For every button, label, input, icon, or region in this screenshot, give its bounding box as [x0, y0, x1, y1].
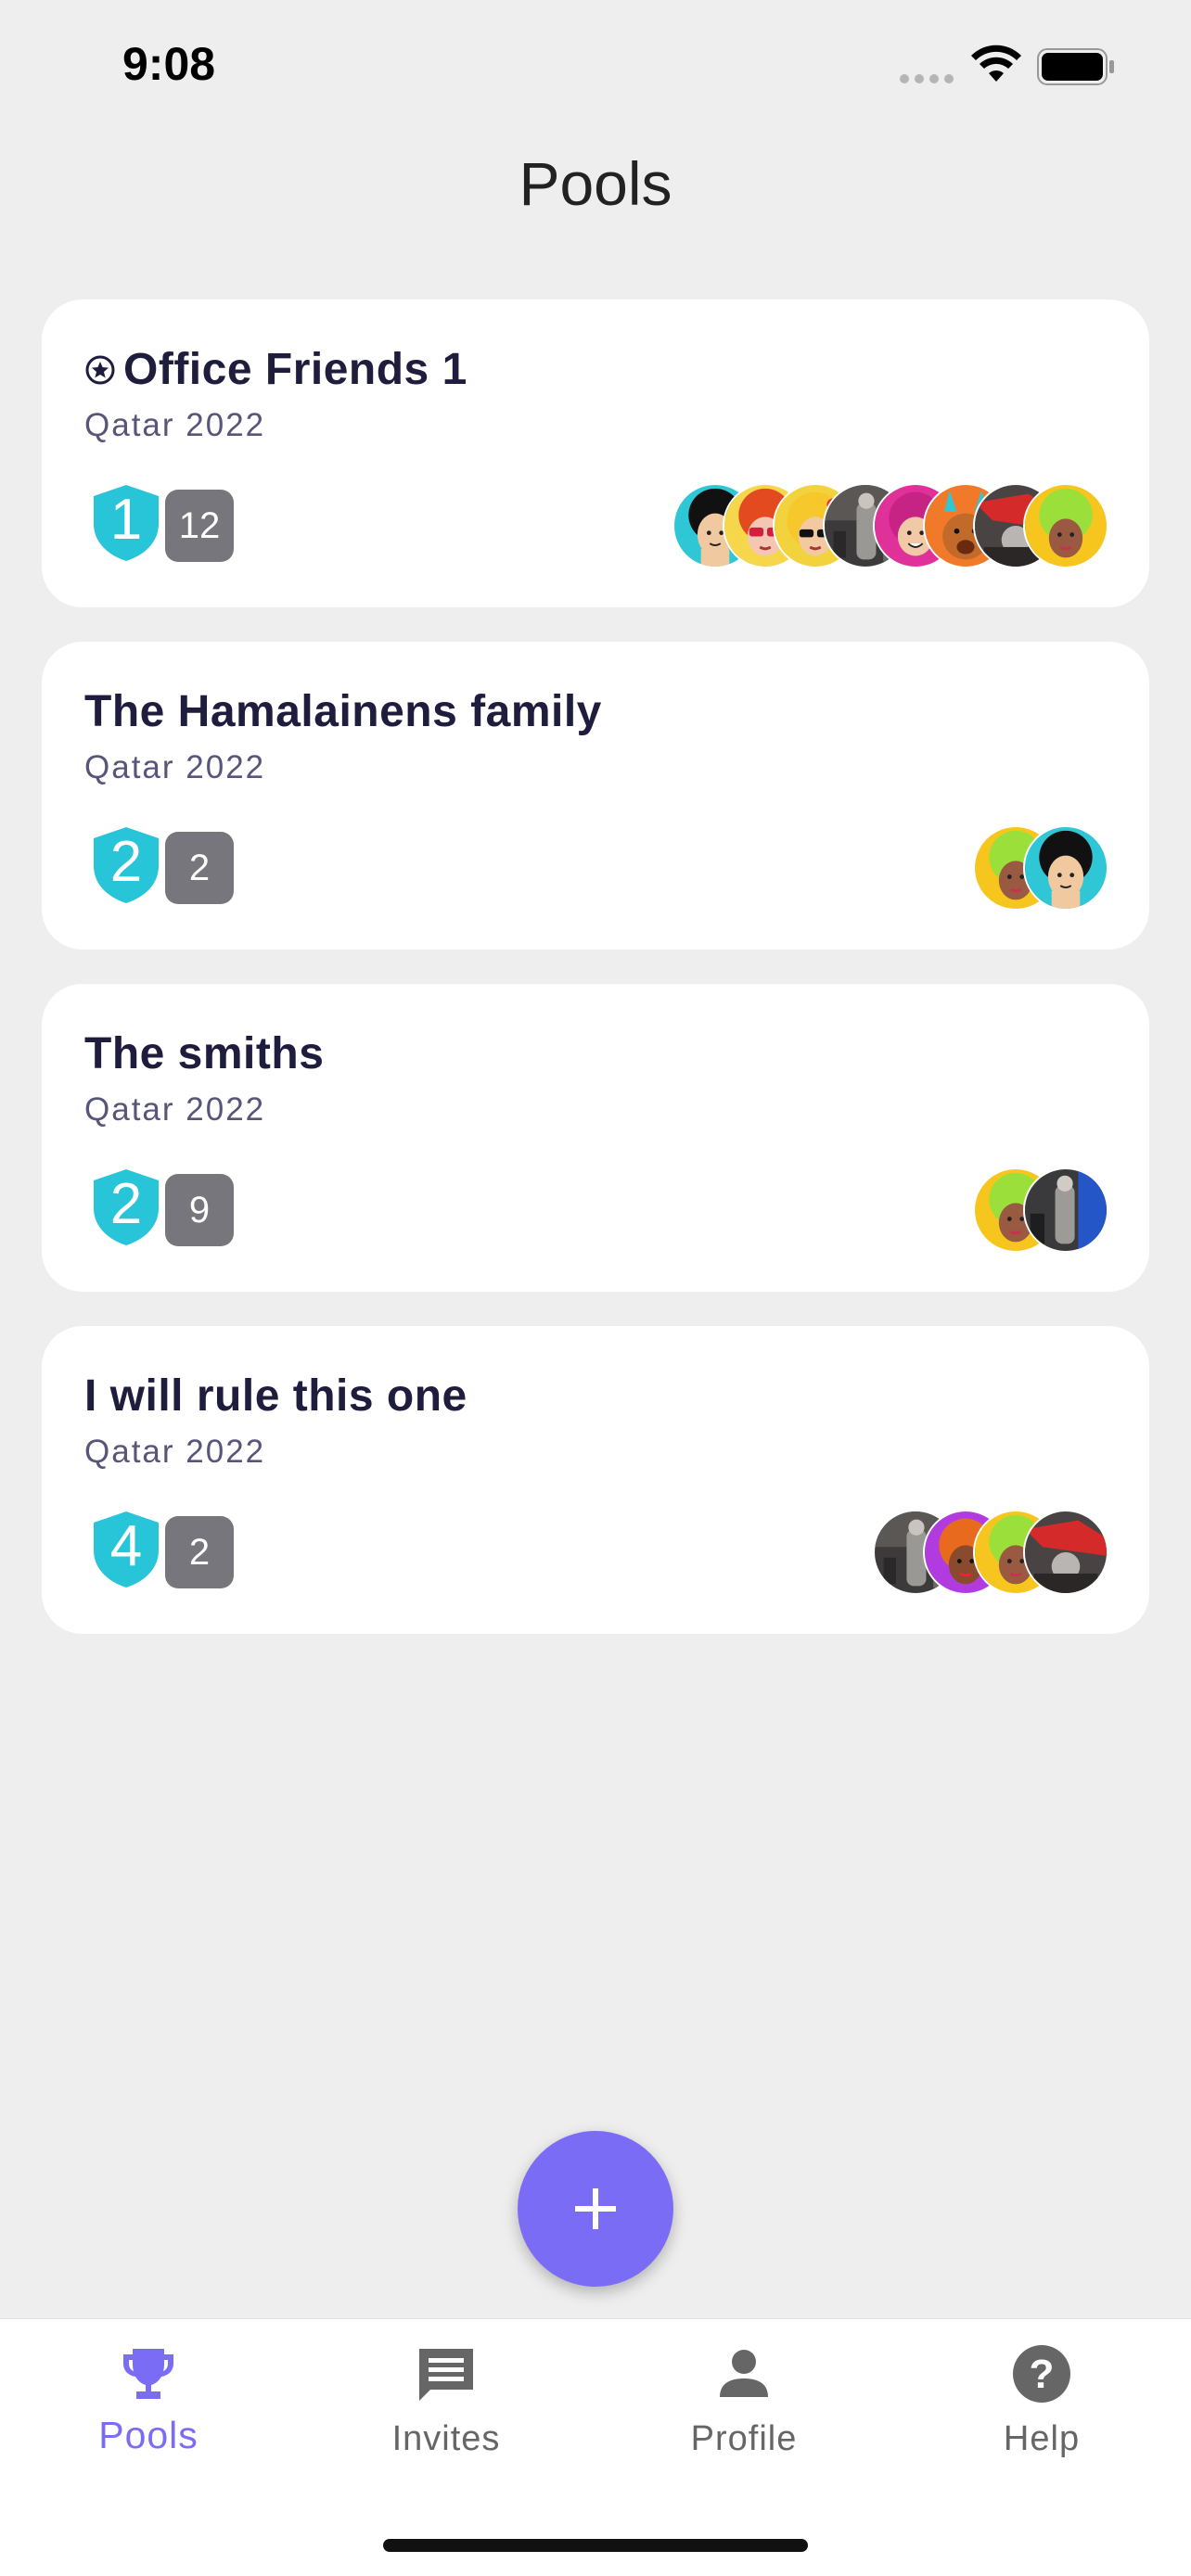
nav-item-pools[interactable]: Pools [46, 2341, 250, 2480]
rank-shield: 2 [92, 825, 160, 905]
star-badge-icon [85, 355, 115, 384]
chat-icon [419, 2349, 473, 2401]
pool-name: I will rule this one [84, 1371, 467, 1422]
pool-name: The smiths [84, 1028, 324, 1079]
pool-name: Office Friends 1 [84, 344, 467, 395]
nav-label-pools: Pools [98, 2414, 198, 2456]
avatar [1023, 1510, 1108, 1595]
pool-event: Qatar 2022 [84, 749, 266, 785]
pool-name-text: I will rule this one [84, 1371, 467, 1421]
avatar [1023, 483, 1108, 568]
rank-number: 2 [109, 830, 143, 894]
nav-label-help: Help [1003, 2419, 1081, 2458]
pool-card[interactable]: I will rule this one Qatar 2022 4 2 [42, 1326, 1149, 1634]
pool-card[interactable]: The smiths Qatar 2022 2 9 [42, 984, 1149, 1292]
nav-item-help[interactable]: ? Help [940, 2341, 1144, 2480]
avatar-stack [873, 1510, 1108, 1595]
member-count-badge: 2 [165, 1516, 234, 1588]
svg-text:?: ? [1030, 2352, 1055, 2397]
rank-shield: 4 [92, 1510, 160, 1589]
member-count-badge: 2 [165, 832, 234, 904]
page-title: Pools [519, 149, 672, 218]
member-count-badge: 12 [165, 490, 234, 562]
nav-label-profile: Profile [690, 2419, 798, 2458]
help-icon: ? [1013, 2345, 1070, 2403]
rank-shield: 2 [92, 1167, 160, 1247]
pool-event: Qatar 2022 [84, 407, 266, 443]
status-time: 9:08 [122, 38, 216, 90]
pool-card[interactable]: Office Friends 1 Qatar 2022 1 12 [42, 300, 1149, 607]
pool-name-text: Office Friends 1 [123, 345, 467, 394]
add-pool-button[interactable] [518, 2131, 673, 2287]
avatar-stack [672, 483, 1108, 568]
nav-label-invites: Invites [391, 2419, 501, 2458]
bottom-navigation: Pools Invites Profile ? Help [0, 2318, 1191, 2576]
battery-icon [1037, 48, 1114, 85]
avatar [1023, 825, 1108, 911]
avatar [1023, 1167, 1108, 1253]
pool-event: Qatar 2022 [84, 1434, 266, 1470]
wifi-icon [971, 45, 1021, 82]
rank-number: 4 [109, 1514, 143, 1578]
pool-name-text: The smiths [84, 1029, 325, 1078]
rank-number: 1 [109, 488, 143, 552]
person-icon [720, 2350, 768, 2397]
pool-card[interactable]: The Hamalainens family Qatar 2022 2 2 [42, 642, 1149, 950]
rank-number: 2 [109, 1172, 143, 1236]
avatar-stack [973, 1167, 1108, 1253]
cellular-signal-icon [900, 74, 954, 83]
nav-item-invites[interactable]: Invites [344, 2341, 548, 2480]
rank-shield: 1 [92, 483, 160, 563]
status-bar: 9:08 [0, 0, 1191, 139]
pool-name-text: The Hamalainens family [84, 687, 602, 736]
avatar-stack [973, 825, 1108, 911]
plus-icon [575, 2188, 616, 2229]
nav-item-profile[interactable]: Profile [642, 2341, 846, 2480]
trophy-icon [123, 2349, 173, 2399]
member-count-badge: 9 [165, 1174, 234, 1246]
pool-name: The Hamalainens family [84, 686, 602, 737]
pool-event: Qatar 2022 [84, 1091, 266, 1128]
home-indicator [383, 2539, 808, 2552]
